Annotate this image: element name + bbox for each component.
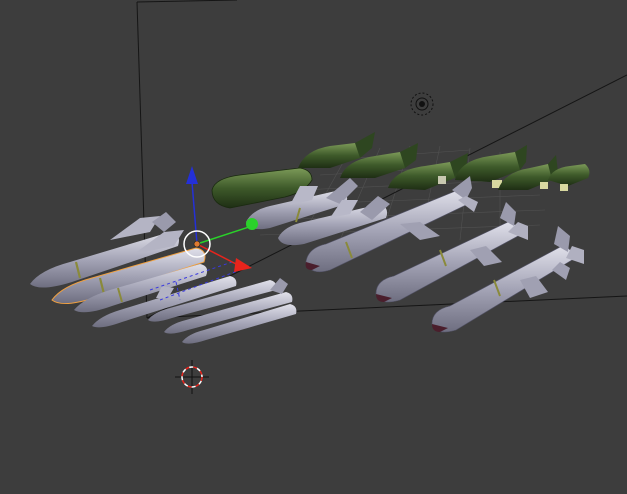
gizmo-y-handle-icon[interactable]: [246, 218, 258, 230]
gizmo-z-axis[interactable]: [191, 181, 198, 245]
gizmo-x-arrow-icon[interactable]: [234, 258, 252, 272]
3d-cursor-icon[interactable]: [175, 360, 209, 394]
missile-large-3: [431, 226, 584, 333]
left-missiles: [30, 212, 297, 344]
3d-viewport[interactable]: [0, 0, 627, 494]
lamp-object-icon[interactable]: [410, 92, 434, 116]
gizmo-z-arrow-icon[interactable]: [186, 166, 198, 184]
viewport-scene[interactable]: [0, 0, 627, 494]
gizmo-pivot-dot: [193, 240, 201, 248]
